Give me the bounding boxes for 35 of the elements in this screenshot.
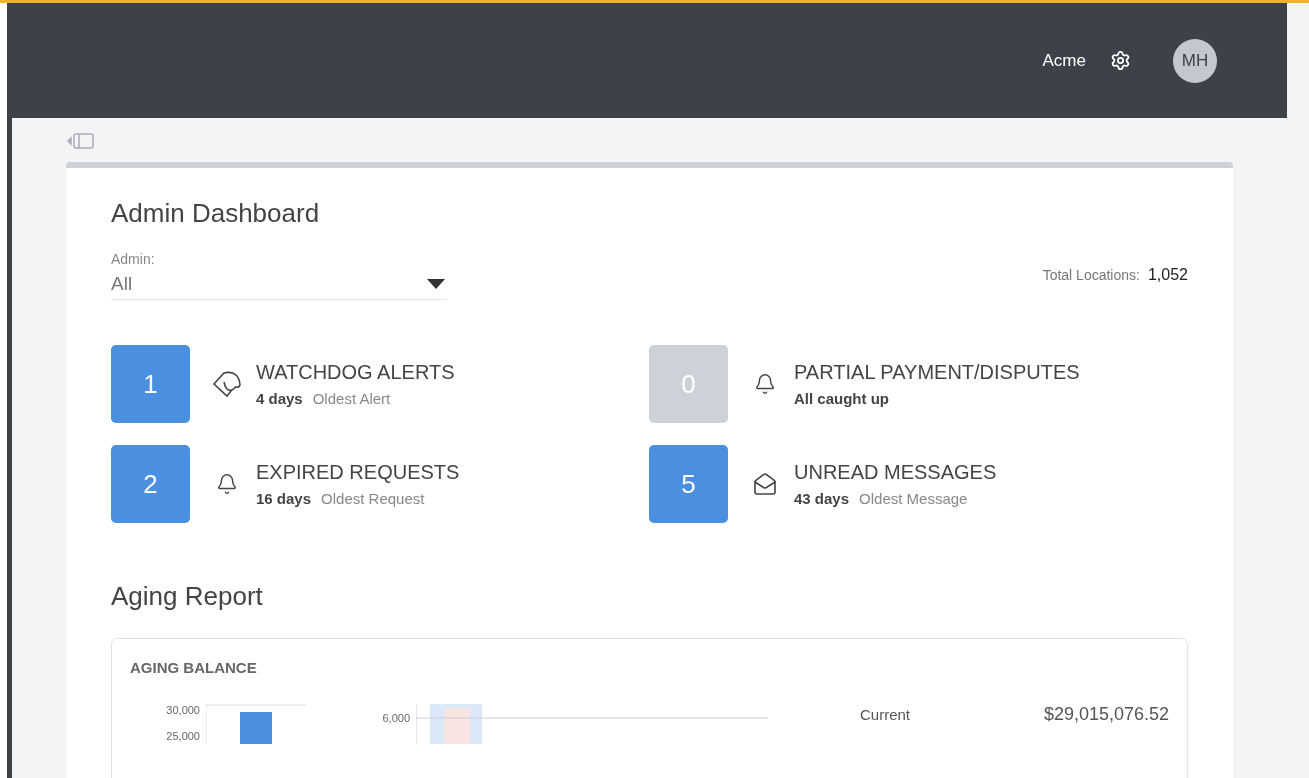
- tile-age: 4 days: [256, 390, 303, 407]
- tile-title: EXPIRED REQUESTS: [256, 461, 460, 484]
- bell-icon: [754, 373, 776, 395]
- dog-icon: [212, 370, 242, 398]
- total-locations-value: 1,052: [1147, 266, 1188, 284]
- aging-value: $29,015,076.52: [1043, 704, 1169, 725]
- page-title: Admin Dashboard: [111, 198, 321, 229]
- axis-tick: 30,000: [166, 704, 200, 716]
- caret-icon: [427, 279, 445, 289]
- company-name[interactable]: Acme: [1042, 50, 1086, 71]
- settings-icon[interactable]: [1110, 50, 1131, 71]
- tile-title: WATCHDOG ALERTS: [256, 361, 455, 384]
- axis-tick: 6,000: [382, 712, 410, 724]
- tile-age: 16 days: [256, 490, 312, 507]
- total-locations-label: Total Locations:: [1042, 267, 1140, 283]
- section-title: Aging Report: [111, 581, 264, 612]
- bell-icon: [216, 473, 238, 495]
- count-tile[interactable]: 2: [111, 445, 190, 523]
- axis-tick: 25,000: [166, 730, 200, 742]
- scrollbar-track[interactable]: [1287, 3, 1309, 778]
- tile-title: UNREAD MESSAGES: [794, 461, 997, 484]
- aging-label: Current: [860, 706, 911, 723]
- tile-age: All caught up: [794, 390, 889, 407]
- envelope-icon: [753, 472, 777, 496]
- count-tile[interactable]: 5: [649, 445, 728, 523]
- tile-title: PARTIAL PAYMENT/DISPUTES: [794, 361, 1080, 384]
- tile-age-label: Oldest Request: [321, 490, 425, 507]
- user-avatar[interactable]: MH: [1173, 38, 1217, 83]
- panel-title: AGING BALANCE: [130, 659, 258, 676]
- tile-age-label: Oldest Alert: [312, 390, 391, 407]
- tile-age-label: Oldest Message: [859, 490, 968, 507]
- admin-select[interactable]: Admin: All: [111, 251, 447, 300]
- count-tile[interactable]: 1: [111, 345, 190, 423]
- sidebar-toggle-icon[interactable]: [66, 132, 96, 150]
- tile-age: 43 days: [794, 490, 850, 507]
